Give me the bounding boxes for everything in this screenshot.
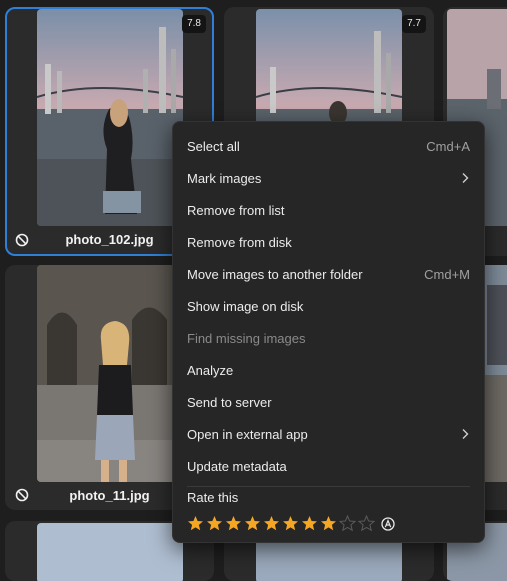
star-filled-icon[interactable] bbox=[206, 515, 223, 532]
star-empty-icon[interactable] bbox=[339, 515, 356, 532]
menu-item-shortcut: Cmd+M bbox=[424, 266, 470, 282]
menu-item-label: Open in external app bbox=[187, 426, 308, 442]
menu-item-label: Remove from list bbox=[187, 202, 285, 218]
star-filled-icon[interactable] bbox=[225, 515, 242, 532]
context-menu: Select all Cmd+A Mark images Remove from… bbox=[172, 121, 485, 543]
score-badge: 7.7 bbox=[402, 15, 426, 33]
menu-item-find-missing-images: Find missing images bbox=[173, 323, 484, 353]
menu-item-show-image-on-disk[interactable]: Show image on disk bbox=[173, 291, 484, 321]
menu-item-label: Move images to another folder bbox=[187, 266, 363, 282]
menu-item-shortcut: Cmd+A bbox=[426, 138, 470, 154]
chevron-right-icon bbox=[460, 428, 470, 440]
menu-item-label: Show image on disk bbox=[187, 298, 304, 314]
menu-item-open-in-external-app[interactable]: Open in external app bbox=[173, 419, 484, 449]
menu-item-label: Remove from disk bbox=[187, 234, 292, 250]
menu-item-move-images[interactable]: Move images to another folder Cmd+M bbox=[173, 259, 484, 289]
photo-thumbnail[interactable] bbox=[37, 523, 183, 581]
menu-item-mark-images[interactable]: Mark images bbox=[173, 163, 484, 193]
menu-item-send-to-server[interactable]: Send to server bbox=[173, 387, 484, 417]
photo-thumbnail[interactable] bbox=[37, 265, 183, 482]
star-filled-icon[interactable] bbox=[320, 515, 337, 532]
score-badge: 7.8 bbox=[182, 15, 206, 33]
menu-item-label: Analyze bbox=[187, 362, 234, 378]
menu-item-analyze[interactable]: Analyze bbox=[173, 355, 484, 385]
menu-item-label: Update metadata bbox=[187, 458, 287, 474]
circled-a-icon[interactable] bbox=[381, 516, 395, 531]
star-filled-icon[interactable] bbox=[187, 515, 204, 532]
menu-item-remove-from-list[interactable]: Remove from list bbox=[173, 195, 484, 225]
star-filled-icon[interactable] bbox=[282, 515, 299, 532]
photo-thumbnail[interactable] bbox=[37, 9, 183, 226]
star-filled-icon[interactable] bbox=[263, 515, 280, 532]
star-empty-icon[interactable] bbox=[358, 515, 375, 532]
menu-item-label: Find missing images bbox=[187, 330, 306, 346]
menu-item-label: Mark images bbox=[187, 170, 262, 186]
menu-item-label: Send to server bbox=[187, 394, 272, 410]
rate-this-label: Rate this bbox=[187, 490, 239, 505]
star-filled-icon[interactable] bbox=[301, 515, 318, 532]
menu-item-remove-from-disk[interactable]: Remove from disk bbox=[173, 227, 484, 257]
star-filled-icon[interactable] bbox=[244, 515, 261, 532]
menu-item-update-metadata[interactable]: Update metadata bbox=[173, 451, 484, 481]
menu-item-label: Select all bbox=[187, 138, 240, 154]
rating-stars bbox=[187, 515, 395, 532]
menu-item-select-all[interactable]: Select all Cmd+A bbox=[173, 131, 484, 161]
chevron-right-icon bbox=[460, 172, 470, 184]
menu-separator bbox=[187, 486, 470, 487]
